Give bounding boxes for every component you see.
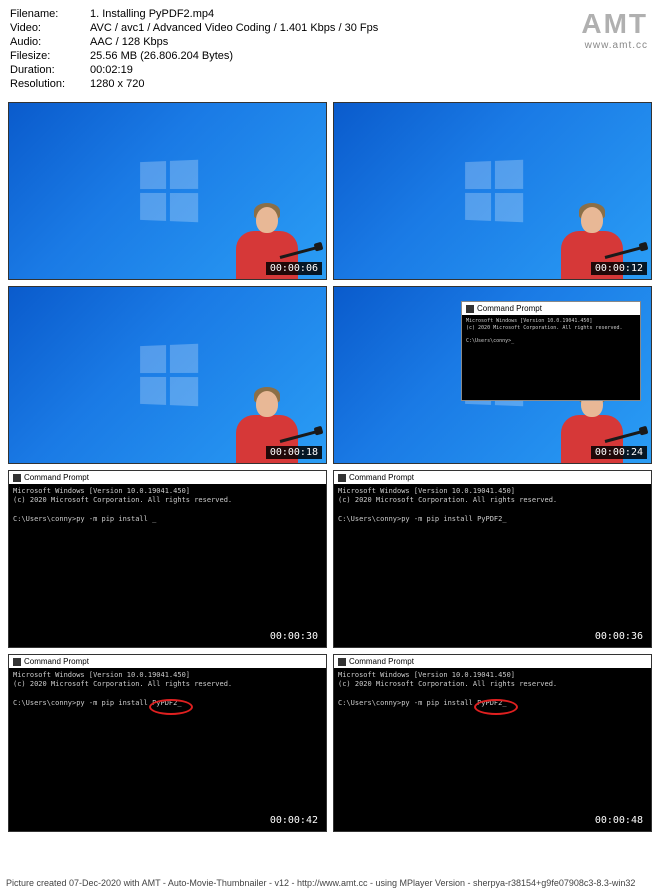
window-title: Command Prompt [24, 473, 89, 482]
thumbnail-1: 00:00:06 [8, 102, 327, 280]
timestamp: 00:00:06 [266, 262, 322, 275]
timestamp: 00:00:12 [591, 262, 647, 275]
cmd-icon [338, 658, 346, 666]
cmd-icon [13, 474, 21, 482]
windows-logo-icon [138, 161, 198, 221]
command-prompt-window: Command Prompt Microsoft Windows [Versio… [9, 655, 326, 831]
timestamp: 00:00:42 [266, 814, 322, 827]
window-title: Command Prompt [349, 657, 414, 666]
filesize-label: Filesize: [10, 50, 90, 62]
duration-value: 00:02:19 [90, 64, 650, 76]
command-prompt-window: Command Prompt Microsoft Windows [Versio… [9, 471, 326, 647]
cmd-icon [13, 658, 21, 666]
timestamp: 00:00:30 [266, 630, 322, 643]
timestamp: 00:00:24 [591, 446, 647, 459]
windows-logo-icon [138, 345, 198, 405]
window-title: Command Prompt [477, 304, 542, 313]
terminal-output: Microsoft Windows [Version 10.0.19041.45… [462, 315, 640, 348]
resolution-value: 1280 x 720 [90, 78, 650, 90]
cmd-icon [338, 474, 346, 482]
window-titlebar: Command Prompt [9, 471, 326, 484]
thumbnail-3: 00:00:18 [8, 286, 327, 464]
command-prompt-window: Command Prompt Microsoft Windows [Versio… [461, 301, 641, 401]
thumbnail-6: Command Prompt Microsoft Windows [Versio… [333, 470, 652, 648]
timestamp: 00:00:48 [591, 814, 647, 827]
windows-logo-icon [463, 161, 523, 221]
terminal-output: Microsoft Windows [Version 10.0.19041.45… [9, 484, 326, 528]
window-title: Command Prompt [349, 473, 414, 482]
thumbnail-5: Command Prompt Microsoft Windows [Versio… [8, 470, 327, 648]
header: AMT www.amt.cc Filename:1. Installing Py… [0, 0, 660, 98]
logo-url: www.amt.cc [581, 40, 648, 51]
command-prompt-window: Command Prompt Microsoft Windows [Versio… [334, 655, 651, 831]
timestamp: 00:00:36 [591, 630, 647, 643]
video-label: Video: [10, 22, 90, 34]
audio-value: AAC / 128 Kbps [90, 36, 650, 48]
terminal-output: Microsoft Windows [Version 10.0.19041.45… [334, 484, 651, 528]
audio-label: Audio: [10, 36, 90, 48]
timestamp: 00:00:18 [266, 446, 322, 459]
thumbnail-8: Command Prompt Microsoft Windows [Versio… [333, 654, 652, 832]
window-titlebar: Command Prompt [462, 302, 640, 315]
thumbnail-grid: 00:00:06 00:00:12 00:00:18 Command Promp… [0, 98, 660, 836]
thumbnail-7: Command Prompt Microsoft Windows [Versio… [8, 654, 327, 832]
amt-logo: AMT www.amt.cc [581, 8, 648, 51]
window-titlebar: Command Prompt [334, 655, 651, 668]
duration-label: Duration: [10, 64, 90, 76]
window-title: Command Prompt [24, 657, 89, 666]
window-titlebar: Command Prompt [9, 655, 326, 668]
logo-text: AMT [581, 8, 648, 40]
filename-value: 1. Installing PyPDF2.mp4 [90, 8, 650, 20]
filesize-value: 25.56 MB (26.806.204 Bytes) [90, 50, 650, 62]
window-titlebar: Command Prompt [334, 471, 651, 484]
terminal-output: Microsoft Windows [Version 10.0.19041.45… [9, 668, 326, 712]
video-value: AVC / avc1 / Advanced Video Coding / 1.4… [90, 22, 650, 34]
terminal-output: Microsoft Windows [Version 10.0.19041.45… [334, 668, 651, 712]
thumbnail-4: Command Prompt Microsoft Windows [Versio… [333, 286, 652, 464]
thumbnail-2: 00:00:12 [333, 102, 652, 280]
cmd-icon [466, 305, 474, 313]
footer-text: Picture created 07-Dec-2020 with AMT - A… [0, 878, 660, 888]
command-prompt-window: Command Prompt Microsoft Windows [Versio… [334, 471, 651, 647]
resolution-label: Resolution: [10, 78, 90, 90]
filename-label: Filename: [10, 8, 90, 20]
